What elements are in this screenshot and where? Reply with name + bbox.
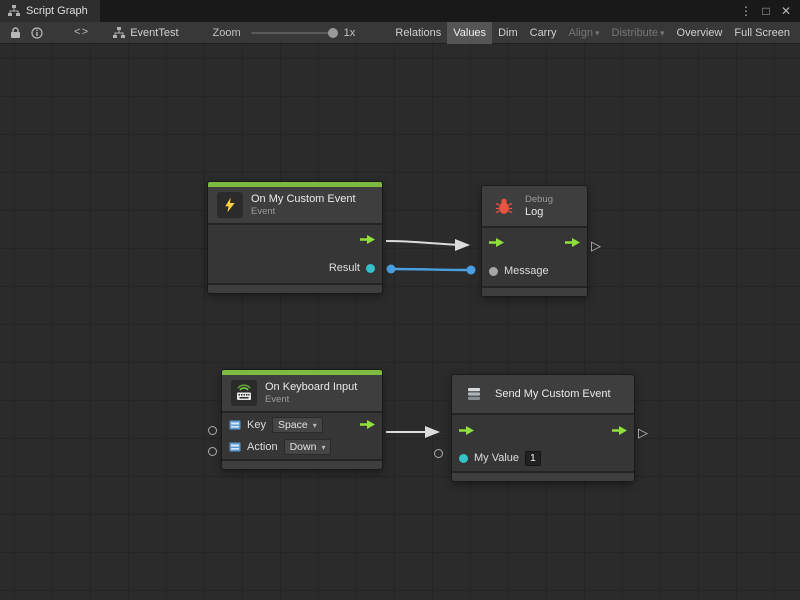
bug-icon [491,193,517,219]
overview-button[interactable]: Overview [671,22,729,44]
control-output-port[interactable] [360,231,375,249]
continue-arrow-icon: ▷ [638,426,648,439]
node-title: Log [525,206,553,219]
zoom-slider[interactable] [251,32,335,34]
lock-button[interactable] [4,22,26,44]
tab-script-graph[interactable]: Script Graph [0,0,100,22]
connections-layer [0,44,800,600]
graph-canvas[interactable]: On My Custom Event Event Result [0,44,800,600]
node-footer [208,285,382,293]
script-graph-icon [113,27,125,39]
unconnected-port-my-value[interactable] [434,449,443,458]
graph-name: EventTest [130,27,178,39]
full-screen-button[interactable]: Full Screen [728,22,796,44]
window-close-button[interactable]: ✕ [778,4,794,18]
key-dropdown[interactable]: Space ▾ [272,417,323,433]
keycode-type-icon [229,419,241,431]
chevron-down-icon: ▾ [595,28,600,38]
connection-result-to-message[interactable] [387,265,476,275]
port-label-action: Action [247,441,278,453]
node-title: On My Custom Event [251,193,356,206]
chevron-down-icon: ▾ [313,421,317,430]
connection-control-event-to-log[interactable] [386,241,468,245]
lightning-icon [217,192,243,218]
values-button[interactable]: Values [447,22,492,44]
info-icon [31,27,43,39]
chevron-down-icon: ▾ [660,28,665,38]
node-footer [452,473,634,481]
node-on-my-custom-event[interactable]: On My Custom Event Event Result [208,182,382,293]
my-value-field[interactable]: 1 [525,451,541,466]
action-dropdown[interactable]: Down ▾ [284,439,332,455]
unconnected-port-key[interactable] [208,426,217,435]
node-subtitle: Event [265,394,357,406]
zoom-label: Zoom [213,27,241,39]
value-output-port[interactable] [366,264,375,273]
zoom-slider-knob[interactable] [328,28,338,38]
value-input-port[interactable] [459,454,468,463]
node-debug-log[interactable]: Debug Log Message [482,186,587,296]
node-footer [482,288,587,296]
window-titlebar: Script Graph ⋮ □ ✕ [0,0,800,22]
node-footer [222,461,382,469]
value-input-port[interactable] [489,267,498,276]
node-on-keyboard-input[interactable]: On Keyboard Input Event Key Space ▾ [222,370,382,469]
port-label-my-value: My Value [474,452,519,464]
graph-toolbar: <> EventTest Zoom 1x Relations Values Di… [0,22,800,44]
control-input-port[interactable] [459,422,474,440]
control-output-port[interactable] [565,234,580,252]
window-maximize-button[interactable]: □ [758,4,774,18]
port-label-message: Message [504,265,549,277]
unconnected-port-action[interactable] [208,447,217,456]
node-title: On Keyboard Input [265,381,357,394]
dim-button[interactable]: Dim [492,22,524,44]
action-type-icon [229,441,241,453]
keyboard-icon [231,380,257,406]
chevron-down-icon: ▾ [321,443,325,452]
node-send-my-custom-event[interactable]: Send My Custom Event My Value 1 [452,375,634,481]
zoom-value: 1x [344,27,356,39]
window-menu-button[interactable]: ⋮ [738,4,754,18]
carry-button[interactable]: Carry [524,22,563,44]
send-event-icon [461,381,487,407]
code-view-button[interactable]: <> [74,27,89,39]
port-label-result: Result [329,262,360,274]
graph-icon [8,5,20,17]
info-button[interactable] [26,22,48,44]
continue-arrow-icon: ▷ [591,239,601,252]
control-input-port[interactable] [489,234,504,252]
node-title: Send My Custom Event [495,388,611,401]
control-output-port[interactable] [612,422,627,440]
graph-reference[interactable]: EventTest [113,27,178,39]
align-dropdown[interactable]: Align▾ [563,22,606,44]
control-output-port[interactable] [360,416,375,434]
lock-icon [10,27,21,39]
node-subtitle: Event [251,206,356,218]
port-label-key: Key [247,419,266,431]
distribute-dropdown[interactable]: Distribute▾ [606,22,671,44]
node-category: Debug [525,194,553,206]
tab-title: Script Graph [26,5,88,17]
relations-button[interactable]: Relations [389,22,447,44]
